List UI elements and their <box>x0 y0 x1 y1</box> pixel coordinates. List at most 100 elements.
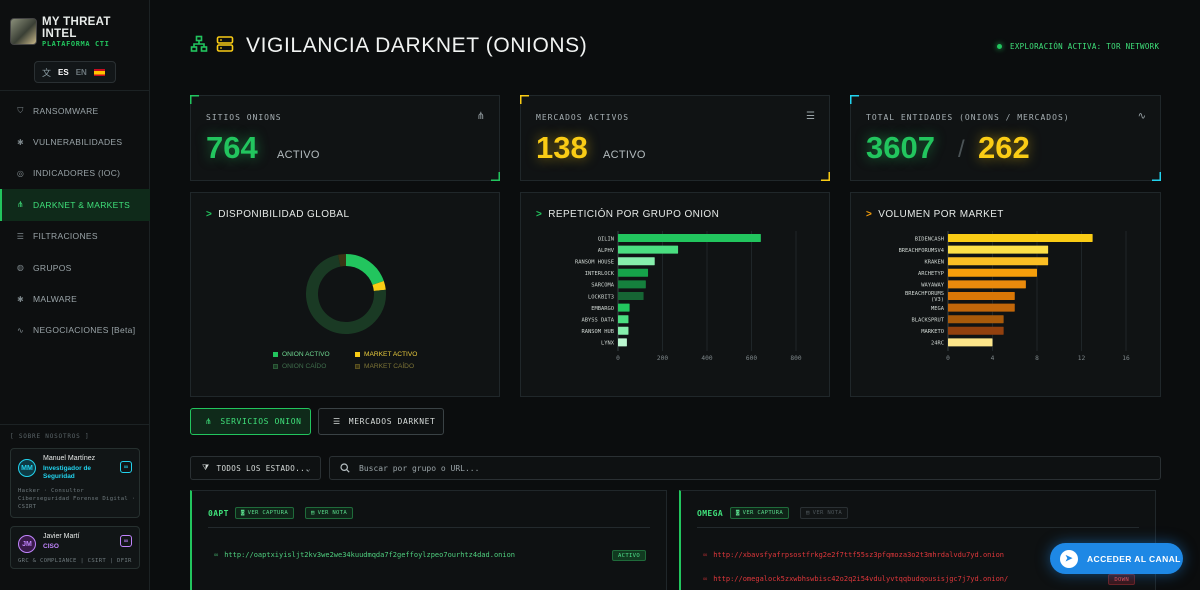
tab-darknet-markets[interactable]: ☰ MERCADOS DARKNET <box>318 408 444 435</box>
filter-icon: ⧩ <box>202 463 210 472</box>
server-icon: ☰ <box>806 111 815 122</box>
sidebar-item-label: VULNERABILIDADES <box>33 137 123 148</box>
brand[interactable]: MY THREAT INTEL PLATAFORMA CTI <box>10 16 145 52</box>
legend-item: MARKET CAÍDO <box>355 363 414 370</box>
network-icon: ⋔ <box>476 111 485 122</box>
stat-label: TOTAL ENTIDADES (ONIONS / MERCADOS) <box>866 113 1070 122</box>
sidebar-nav: ⛉ RANSOMWARE ✱ VULNERABILIDADES ◎ INDICA… <box>0 95 150 346</box>
bar <box>948 257 1049 266</box>
sidebar-item-negociaciones[interactable]: ∿ NEGOCIACIONES [Beta] <box>0 315 150 346</box>
status-dot-icon <box>997 44 1002 49</box>
category-label: ARCHETYP <box>918 271 944 277</box>
bar <box>618 326 629 335</box>
member-name: Javier Martí <box>43 533 80 540</box>
chevron-down-icon: ⌄ <box>305 463 311 473</box>
link-icon[interactable]: ∞ <box>120 535 132 547</box>
stat-card-onion-sites: SITIOS ONIONS ⋔ 764 ACTIVO <box>190 95 500 181</box>
onion-url[interactable]: http://xbavsfyafrpsostfrkg2e2f7ttf55sz3p… <box>713 551 1004 559</box>
category-label: RANSOM HUB <box>582 329 614 335</box>
view-note-button[interactable]: ▤ VER NOTA <box>305 507 354 519</box>
category-label: BLACKSPRUT <box>912 318 945 324</box>
team-card-manuel: MM Manuel Martínez Investigador de Segur… <box>10 448 140 518</box>
category-label: MARKETO <box>921 329 944 335</box>
shield-icon: ⛉ <box>17 105 24 115</box>
onion-url[interactable]: http://oaptxiyisljt2kv3we2we34kuudmqda7f… <box>224 551 515 559</box>
sidebar-item-vulnerabilidades[interactable]: ✱ VULNERABILIDADES <box>0 126 150 157</box>
entity-name: OMEGA <box>697 509 724 518</box>
sidebar-item-grupos[interactable]: ◍ GRUPOS <box>0 252 150 283</box>
search-input[interactable] <box>359 463 1139 473</box>
brand-subtitle: PLATAFORMA CTI <box>42 40 110 48</box>
corner-accent-icon <box>520 95 529 104</box>
entity-panel-0apt: 0APT ◙ VER CAPTURA ▤ VER NOTA ∞ http://oap… <box>190 490 667 590</box>
sidebar-item-ransomware[interactable]: ⛉ RANSOMWARE <box>0 95 150 126</box>
category-label: SARCOMA <box>591 283 614 289</box>
tab-label: SERVICIOS ONION <box>220 417 302 426</box>
tab-onion-services[interactable]: ⋔ SERVICIOS ONION <box>190 408 311 435</box>
member-role: CISO <box>43 543 59 550</box>
tab-label: MERCADOS DARKNET <box>348 417 436 426</box>
sidebar-item-label: DARKNET & MARKETS <box>33 199 131 210</box>
bar <box>618 234 761 242</box>
language-switcher[interactable]: 文 ES EN <box>34 61 116 83</box>
legend-swatch <box>273 364 278 369</box>
language-es[interactable]: ES <box>58 68 69 77</box>
url-row[interactable]: ∞ http://omegalock5zxwbhswbisc42o2q2i54v… <box>703 575 1008 583</box>
sidebar-item-label: MALWARE <box>33 294 78 305</box>
search-box[interactable] <box>329 456 1161 480</box>
entity-name: 0APT <box>208 509 229 518</box>
view-capture-button[interactable]: ◙ VER CAPTURA <box>730 507 790 519</box>
chart-title: > VOLUMEN POR MARKET <box>866 209 1004 220</box>
server-icon <box>216 35 234 57</box>
tick-label: 600 <box>746 355 757 362</box>
sidebar-item-malware[interactable]: ✱ MALWARE <box>0 283 150 314</box>
network-icon <box>190 35 208 57</box>
bar <box>948 338 993 347</box>
chart-title: > REPETICIÓN POR GRUPO ONION <box>536 209 720 220</box>
category-label: INTERLOCK <box>585 271 615 277</box>
divider <box>0 424 150 425</box>
link-icon[interactable]: ∞ <box>120 461 132 473</box>
url-row[interactable]: ∞ http://xbavsfyafrpsostfrkg2e2f7ttf55sz… <box>703 551 1004 559</box>
tick-label: 12 <box>1078 355 1086 362</box>
legend-swatch <box>355 364 360 369</box>
tick-label: 4 <box>991 355 995 362</box>
database-icon: ☰ <box>16 231 25 241</box>
bar <box>618 303 630 312</box>
sidebar-item-filtraciones[interactable]: ☰ FILTRACIONES <box>0 221 150 252</box>
view-capture-button[interactable]: ◙ VER CAPTURA <box>235 507 295 519</box>
bug-icon: ✱ <box>16 137 24 147</box>
camera-icon: ◙ <box>736 510 740 516</box>
status-indicator: EXPLORACIÓN ACTIVA: TOR NETWORK <box>997 42 1159 51</box>
onion-url[interactable]: http://omegalock5zxwbhswbisc42o2q2i54vdu… <box>713 575 1008 583</box>
category-label: RANSOM HOUSE <box>575 260 614 266</box>
status-filter-value: TODOS LOS ESTADO... <box>216 463 310 473</box>
bar <box>948 292 1015 300</box>
chart-card-onion-groups: > REPETICIÓN POR GRUPO ONION 0 200 400 600 80… <box>520 192 830 397</box>
category-label: 24RC <box>931 341 944 347</box>
category-label: ABYSS DATA <box>582 318 615 324</box>
url-row[interactable]: ∞ http://oaptxiyisljt2kv3we2we34kuudmqda… <box>214 551 515 559</box>
bar <box>948 268 1037 277</box>
translate-icon: 文 <box>42 67 52 78</box>
telegram-channel-button[interactable]: ➤ ACCEDER AL CANAL <box>1050 543 1183 574</box>
legend-item: ONION ACTIVO <box>273 351 330 358</box>
search-icon <box>340 463 350 473</box>
link-icon: ∞ <box>214 551 219 559</box>
bar <box>618 280 646 289</box>
stat-value-markets: 262 <box>978 130 1030 165</box>
category-label: WAYAWAY <box>921 283 944 289</box>
divider <box>697 527 1139 528</box>
corner-accent-icon <box>190 95 199 104</box>
bar <box>618 257 655 266</box>
bar <box>948 315 1004 324</box>
divider <box>208 527 650 528</box>
sidebar-item-darknet[interactable]: ⋔ DARKNET & MARKETS <box>0 189 150 221</box>
sidebar-item-indicadores[interactable]: ◎ INDICADORES (IOC) <box>0 158 150 189</box>
bar <box>948 326 1004 335</box>
status-filter-select[interactable]: ⧩ TODOS LOS ESTADO... ⌄ <box>190 456 321 480</box>
language-en[interactable]: EN <box>76 68 87 77</box>
sidebar-item-label: FILTRACIONES <box>33 231 98 242</box>
category-label: (V3) <box>931 297 944 303</box>
category-label: LOCKBIT3 <box>588 294 614 300</box>
